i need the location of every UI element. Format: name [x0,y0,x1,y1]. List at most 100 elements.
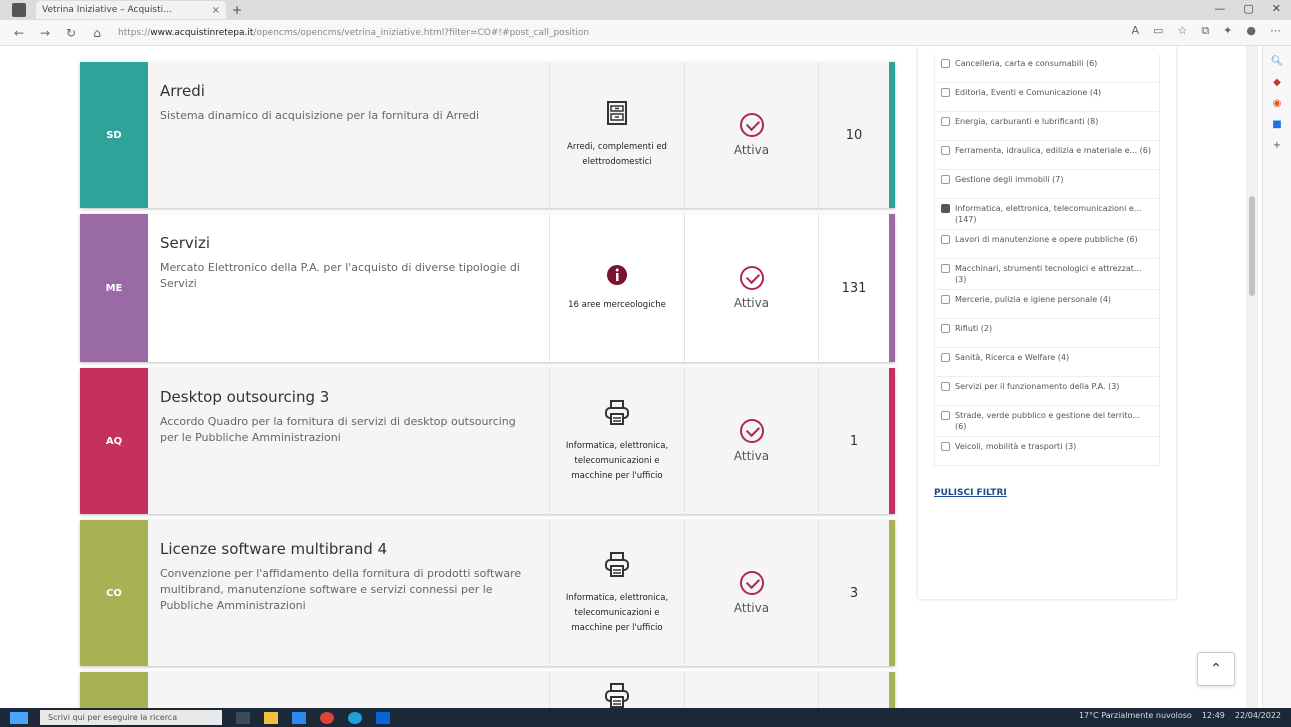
search-icon[interactable]: 🔍︎ [1263,56,1291,67]
filter-item[interactable]: Macchinari, strumenti tecnologici e attr… [935,259,1159,290]
outlook-app-icon[interactable] [376,711,390,724]
filter-checkbox[interactable] [941,442,950,451]
favorite-icon[interactable]: ☆ [1177,24,1187,38]
filter-label: Ferramenta, idraulica, edilizia e materi… [955,146,1152,155]
initiative-title[interactable]: Desktop outsourcing 3 [160,388,537,406]
initiative-count: 10 [845,127,863,143]
filter-item[interactable]: Gestione degli immobili (7) [935,170,1159,199]
initiative-card[interactable] [80,672,895,708]
url-prefix: https:// [118,27,151,38]
category-label: 16 aree merceologiche [568,299,666,310]
filter-item[interactable]: Mercerie, pulizia e igiene personale (4) [935,290,1159,319]
clock-date[interactable]: 22/04/2022 [1235,711,1281,720]
initiative-info: Arredi Sistema dinamico di acquisizione … [148,62,550,208]
back-button[interactable]: ← [12,26,26,40]
initiative-title[interactable]: Arredi [160,82,537,100]
reset-filters-link[interactable]: PULISCI FILTRI [934,488,1160,498]
filter-checkbox[interactable] [941,59,950,68]
initiative-description: Sistema dinamico di acquisizione per la … [160,109,480,122]
filter-checkbox[interactable] [941,353,950,362]
initiative-title[interactable]: Servizi [160,234,537,252]
status-label: Attiva [733,449,770,463]
filter-checkbox[interactable] [941,324,950,333]
shopping-icon[interactable]: ◆ [1263,77,1291,88]
initiative-card[interactable]: ME Servizi Mercato Elettronico della P.A… [80,214,895,362]
forward-button[interactable]: → [38,26,52,40]
refresh-button[interactable]: ↻ [64,26,78,40]
initiative-type-badge: AQ [80,368,148,514]
edge-icon[interactable] [348,711,362,724]
filter-item[interactable]: Rifiuti (2) [935,319,1159,348]
filter-label: Macchinari, strumenti tecnologici e attr… [955,264,1142,284]
minimize-button[interactable]: — [1214,2,1225,15]
task-view-icon[interactable] [236,711,250,724]
store-icon[interactable] [292,711,306,724]
filter-item[interactable]: Strade, verde pubblico e gestione del te… [935,406,1159,437]
category-label: Arredi, complementi ed elettrodomestici [567,142,667,167]
filter-checkbox[interactable] [941,382,950,391]
initiative-status: Attiva [685,62,819,208]
add-icon[interactable]: + [1263,140,1291,151]
scrollbar-thumb[interactable] [1249,196,1255,296]
status-label: Attiva [733,601,770,615]
browser-tab[interactable]: Vetrina Iniziative – Acquisti… × [36,1,226,19]
close-window-button[interactable]: ✕ [1272,2,1281,15]
initiative-description: Convenzione per l'affidamento della forn… [160,567,522,612]
office-icon[interactable]: ◉ [1263,98,1291,109]
filter-item[interactable]: Sanità, Ricerca e Welfare (4) [935,348,1159,377]
initiative-title[interactable]: Licenze software multibrand 4 [160,540,537,558]
settings-more-icon[interactable]: ⋯ [1270,24,1281,38]
filter-item[interactable]: Cancelleria, carta e consumabili (6) [935,54,1159,83]
check-circle-icon [739,266,764,290]
new-tab-button[interactable]: + [232,3,242,17]
maximize-button[interactable]: ▢ [1243,2,1253,15]
filter-item[interactable]: Lavori di manutenzione e opere pubbliche… [935,230,1159,259]
filter-checkbox[interactable] [941,295,950,304]
browser-menu-icon[interactable] [12,3,26,17]
read-aloud-icon[interactable]: A [1132,24,1140,38]
weather-text[interactable]: 17°C Parzialmente nuvoloso [1079,711,1192,720]
initiative-card[interactable]: AQ Desktop outsourcing 3 Accordo Quadro … [80,368,895,514]
initiative-description: Accordo Quadro per la fornitura di servi… [160,415,516,444]
filter-item[interactable]: Servizi per il funzionamento della P.A. … [935,377,1159,406]
back-to-top-button[interactable]: ⌃ [1197,652,1235,686]
info-icon [606,264,628,292]
filter-item[interactable]: Informatica, elettronica, telecomunicazi… [935,199,1159,230]
url-field[interactable]: https://www.acquistinretepa.it/opencms/o… [118,24,1118,42]
clock-time[interactable]: 12:49 [1202,711,1225,720]
filter-item[interactable]: Veicoli, mobilità e trasporti (3) [935,437,1159,466]
initiative-card[interactable]: SD Arredi Sistema dinamico di acquisizio… [80,62,895,208]
filter-checkbox[interactable] [941,175,950,184]
filter-item[interactable]: Editoria, Eventi e Comunicazione (4) [935,83,1159,112]
filter-checkbox[interactable] [941,411,950,420]
filter-checkbox[interactable] [941,88,950,97]
filter-label: Servizi per il funzionamento della P.A. … [955,382,1120,391]
initiative-info [148,672,550,708]
outlook-icon[interactable]: ■ [1263,119,1291,130]
page-scrollbar[interactable] [1246,46,1258,708]
split-screen-icon[interactable]: ▭ [1153,24,1163,38]
printer-icon [604,399,630,433]
explorer-icon[interactable] [264,711,278,724]
start-button[interactable] [10,711,28,724]
initiative-status: Attiva [685,520,819,666]
filter-label: Veicoli, mobilità e trasporti (3) [955,442,1077,451]
collections-icon[interactable]: ⧉ [1201,24,1209,38]
initiative-count: 1 [849,433,859,449]
taskbar-search[interactable]: Scrivi qui per eseguire la ricerca [40,710,222,725]
extensions-icon[interactable]: ✦ [1223,24,1232,38]
initiative-card[interactable]: CO Licenze software multibrand 4 Convenz… [80,520,895,666]
filter-checkbox[interactable] [941,146,950,155]
home-button[interactable]: ⌂ [90,26,104,40]
filter-item[interactable]: Energia, carburanti e lubrificanti (8) [935,112,1159,141]
filter-label: Rifiuti (2) [955,324,993,333]
chrome-icon[interactable] [320,711,334,724]
filter-checkbox[interactable] [941,235,950,244]
filter-checkbox[interactable] [941,204,950,213]
tab-close-icon[interactable]: × [212,5,220,16]
category-label: Informatica, elettronica, telecomunicazi… [565,440,669,481]
filter-item[interactable]: Ferramenta, idraulica, edilizia e materi… [935,141,1159,170]
filter-checkbox[interactable] [941,117,950,126]
filter-checkbox[interactable] [941,264,950,273]
profile-icon[interactable]: ● [1246,24,1256,38]
